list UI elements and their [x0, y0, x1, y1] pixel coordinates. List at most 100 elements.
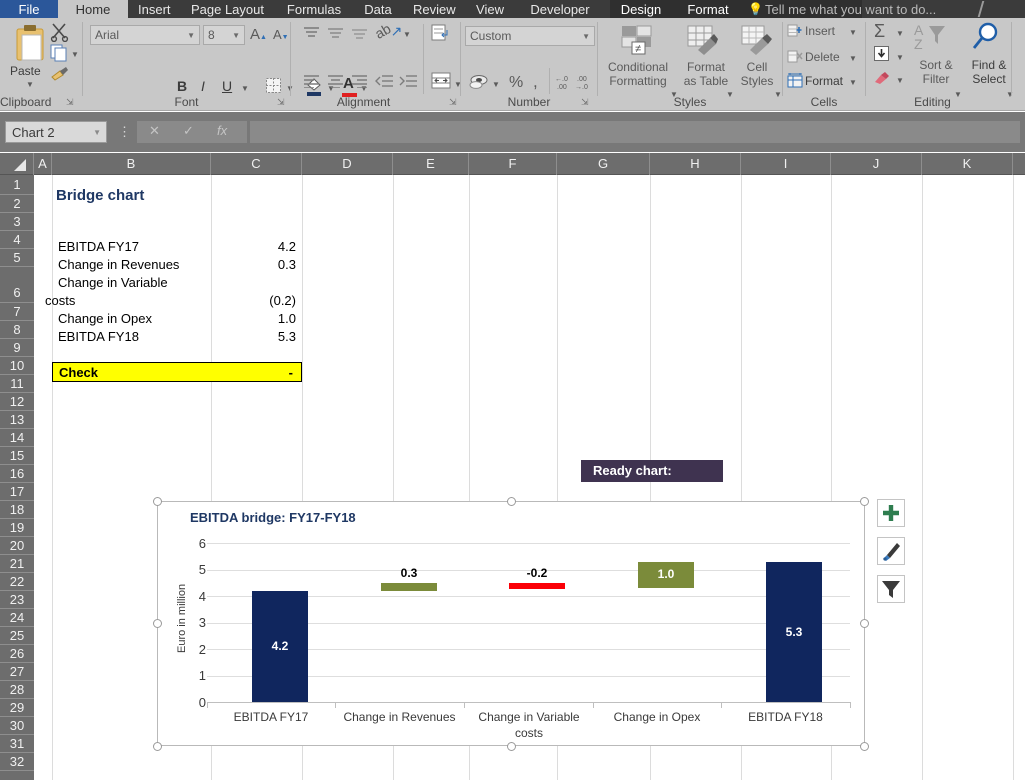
copy-caret-icon[interactable]: ▼ [71, 50, 79, 59]
chart-filters-button[interactable] [877, 575, 905, 603]
alignment-dialog-launcher[interactable]: ⇲ [449, 97, 457, 108]
copy-icon[interactable] [50, 44, 68, 67]
sort-filter-icon[interactable]: A Z [914, 22, 950, 57]
decrease-indent-icon[interactable] [375, 74, 394, 93]
chart-styles-button[interactable] [877, 537, 905, 565]
insert-function-icon[interactable]: fx [217, 123, 227, 138]
row-header-14[interactable]: 14 [0, 429, 34, 447]
row-header-8[interactable]: 8 [0, 321, 34, 339]
paste-label[interactable]: Paste [10, 64, 41, 78]
column-header-F[interactable]: F [469, 153, 557, 175]
delete-cells-icon[interactable] [787, 49, 803, 69]
chart-object[interactable]: EBITDA bridge: FY17-FY18 Euro in million… [157, 501, 865, 746]
increase-indent-icon[interactable] [399, 74, 418, 93]
font-name-input[interactable]: Arial ▼ [90, 25, 200, 45]
tab-format[interactable]: Format [672, 0, 744, 18]
column-header-A[interactable]: A [34, 153, 52, 175]
shrink-font-icon[interactable]: A▼ [273, 27, 289, 42]
cell-styles-icon[interactable] [740, 24, 774, 61]
row-header-26[interactable]: 26 [0, 645, 34, 663]
decrease-decimal-icon[interactable]: .00 →.0 [575, 74, 595, 95]
chart-handle-bottom-left[interactable] [153, 742, 162, 751]
chart-elements-button[interactable] [877, 499, 905, 527]
chart-handle-top-right[interactable] [860, 497, 869, 506]
find-select-caret-icon[interactable]: ▼ [1006, 90, 1014, 99]
chart-handle-middle-left[interactable] [153, 619, 162, 628]
align-center-icon[interactable] [327, 74, 344, 93]
clear-icon[interactable] [874, 71, 890, 90]
fill-caret-icon[interactable]: ▼ [896, 53, 904, 62]
row-header-28[interactable]: 28 [0, 681, 34, 699]
merge-center-icon[interactable] [431, 72, 451, 94]
format-cells-label[interactable]: Format [805, 74, 843, 88]
find-select-icon[interactable] [970, 22, 1002, 57]
row-header-25[interactable]: 25 [0, 627, 34, 645]
sort-filter-label[interactable]: Sort & Filter [910, 58, 962, 86]
align-top-icon[interactable] [303, 26, 320, 45]
row-header-9[interactable]: 9 [0, 339, 34, 357]
tab-file[interactable]: File [0, 0, 58, 18]
align-bottom-icon[interactable] [351, 26, 368, 45]
row-header-5[interactable]: 5 [0, 249, 34, 267]
chart-handle-middle-right[interactable] [860, 619, 869, 628]
row-header-13[interactable]: 13 [0, 411, 34, 429]
underline-button[interactable]: U [222, 78, 232, 94]
share-icon[interactable] [977, 1, 1009, 17]
tab-review[interactable]: Review [403, 0, 465, 18]
tab-formulas[interactable]: Formulas [275, 0, 353, 18]
italic-button[interactable]: I [201, 78, 205, 94]
confirm-formula-icon[interactable]: ✓ [183, 123, 194, 139]
row-header-23[interactable]: 23 [0, 591, 34, 609]
format-as-table-icon[interactable] [686, 24, 720, 61]
tab-view[interactable]: View [465, 0, 515, 18]
chart-title[interactable]: EBITDA bridge: FY17-FY18 [190, 510, 356, 525]
orientation-caret-icon[interactable]: ▼ [403, 30, 411, 39]
row-header-31[interactable]: 31 [0, 735, 34, 753]
row-header-27[interactable]: 27 [0, 663, 34, 681]
check-row[interactable]: Check - [52, 362, 302, 382]
chevron-down-icon[interactable]: ▼ [187, 27, 195, 45]
paste-icon[interactable] [13, 24, 47, 67]
autosum-caret-icon[interactable]: ▼ [896, 29, 904, 38]
row-header-11[interactable]: 11 [0, 375, 34, 393]
row-header-30[interactable]: 30 [0, 717, 34, 735]
cell-B6-label-line2[interactable]: costs [45, 293, 75, 308]
tab-data[interactable]: Data [353, 0, 403, 18]
cell-styles-label[interactable]: Cell Styles [736, 60, 778, 88]
align-left-icon[interactable] [303, 74, 320, 93]
conditional-formatting-label[interactable]: Conditional Formatting [598, 60, 678, 88]
clipboard-dialog-launcher[interactable]: ⇲ [66, 97, 74, 108]
tab-developer[interactable]: Developer [515, 0, 605, 18]
row-header-7[interactable]: 7 [0, 303, 34, 321]
chart-handle-top-center[interactable] [507, 497, 516, 506]
number-format-select[interactable]: Custom ▼ [465, 26, 595, 46]
row-header-29[interactable]: 29 [0, 699, 34, 717]
conditional-formatting-icon[interactable]: ≠ [620, 24, 656, 61]
chart-bar-change-in-revenues[interactable] [381, 582, 437, 591]
row-header-32[interactable]: 32 [0, 753, 34, 771]
chevron-down-icon[interactable]: ▼ [93, 122, 101, 143]
format-caret-icon[interactable]: ▼ [849, 78, 857, 87]
row-header-19[interactable]: 19 [0, 519, 34, 537]
row-header-10[interactable]: 10 [0, 357, 34, 375]
autosum-icon[interactable]: Σ [874, 21, 885, 42]
chevron-down-icon[interactable]: ▼ [232, 27, 240, 45]
row-header-12[interactable]: 12 [0, 393, 34, 411]
tab-insert[interactable]: Insert [128, 0, 180, 18]
row-header-6[interactable]: 6 [0, 267, 34, 303]
cell-B1-title[interactable]: Bridge chart [56, 187, 144, 204]
name-box[interactable]: Chart 2 ▼ [5, 121, 107, 143]
row-header-16[interactable]: 16 [0, 465, 34, 483]
cell-B6-label-line1[interactable]: Change in Variable [58, 275, 168, 290]
insert-cells-icon[interactable] [787, 23, 803, 43]
chart-bar-change-in-variable-costs[interactable] [509, 583, 565, 589]
tab-page-layout[interactable]: Page Layout [180, 0, 275, 18]
row-header-22[interactable]: 22 [0, 573, 34, 591]
column-header-D[interactable]: D [302, 153, 393, 175]
column-header-B[interactable]: B [52, 153, 211, 175]
row-header-20[interactable]: 20 [0, 537, 34, 555]
number-dialog-launcher[interactable]: ⇲ [581, 97, 589, 108]
clear-caret-icon[interactable]: ▼ [896, 76, 904, 85]
accounting-format-icon[interactable] [469, 74, 489, 95]
bold-button[interactable]: B [177, 78, 187, 94]
